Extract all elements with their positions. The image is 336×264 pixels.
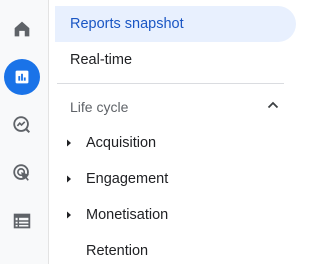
nav-item-engagement[interactable]: Engagement — [55, 164, 168, 194]
chevron-up-icon[interactable] — [266, 98, 280, 112]
reports-nav: Reports snapshot Real-time Life cycle Ac… — [49, 0, 336, 264]
explore-button[interactable] — [4, 107, 40, 143]
nav-item-realtime[interactable]: Real-time — [55, 42, 296, 78]
nav-item-label: Reports snapshot — [70, 16, 184, 32]
caret-right-icon[interactable] — [62, 208, 76, 222]
configure-icon — [13, 213, 31, 229]
section-title: Life cycle — [70, 99, 129, 115]
reports-button[interactable] — [4, 59, 40, 95]
nav-item-label: Retention — [86, 243, 149, 259]
nav-item-label: Real-time — [70, 52, 133, 68]
nav-item-label: Engagement — [86, 171, 169, 187]
advertising-icon — [13, 164, 30, 181]
caret-right-icon[interactable] — [62, 136, 76, 150]
advertising-button[interactable] — [4, 155, 40, 191]
nav-item-reports-snapshot[interactable]: Reports snapshot — [55, 6, 296, 42]
caret-right-icon[interactable] — [62, 172, 76, 186]
left-rail — [0, 0, 49, 264]
nav-item-label: Monetisation — [86, 207, 169, 223]
nav-item-retention[interactable]: Retention — [55, 236, 148, 264]
nav-item-acquisition[interactable]: Acquisition — [55, 128, 156, 158]
divider — [57, 83, 284, 84]
nav-item-label: Acquisition — [86, 135, 157, 151]
explore-icon — [13, 116, 31, 134]
home-icon — [14, 21, 30, 37]
home-button[interactable] — [4, 11, 40, 47]
reports-icon — [15, 70, 29, 84]
lifecycle-section-header[interactable]: Life cycle — [70, 94, 296, 120]
nav-item-monetisation[interactable]: Monetisation — [55, 200, 168, 230]
configure-button[interactable] — [4, 203, 40, 239]
